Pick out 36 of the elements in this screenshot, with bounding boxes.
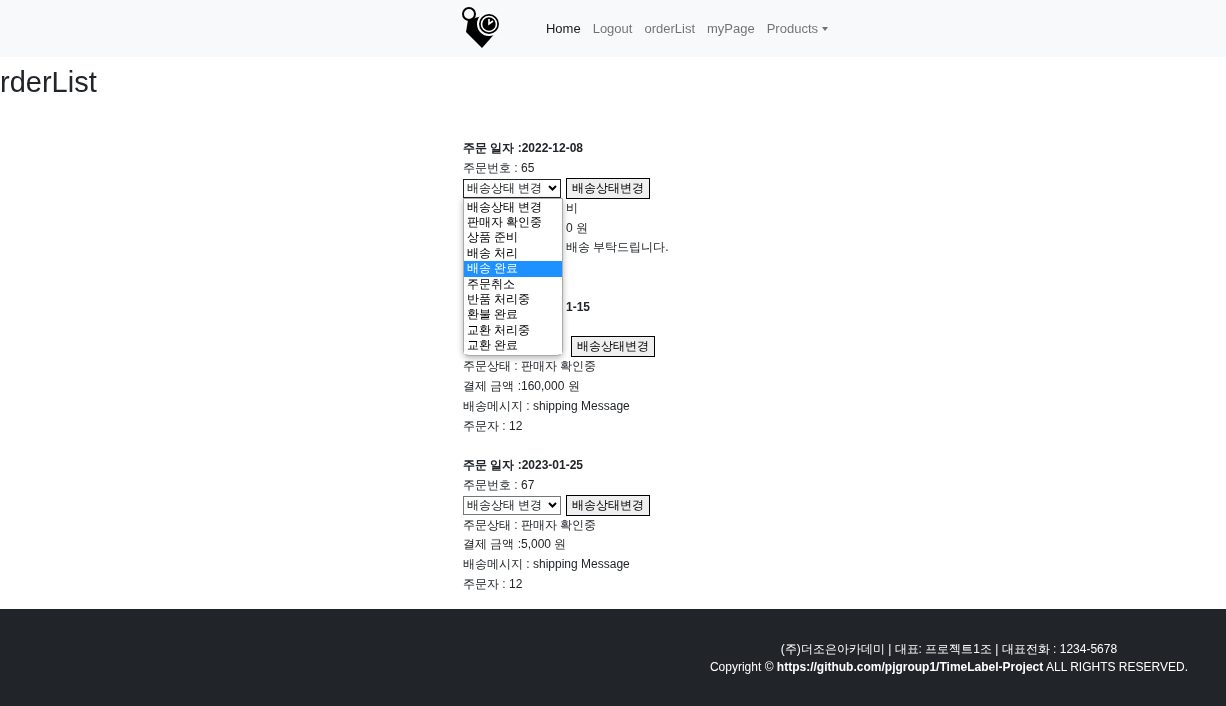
- dropdown-option[interactable]: 교환 완료: [464, 338, 562, 354]
- order-detail: 0 원: [566, 219, 588, 237]
- order-detail: 주문번호 : 65: [463, 160, 535, 178]
- nav-dropdown[interactable]: Products: [760, 21, 834, 36]
- caret-icon: [822, 26, 828, 31]
- nav-link[interactable]: myPage: [701, 21, 761, 36]
- order-date: 주문 일자 :2022-12-08: [463, 140, 584, 158]
- order-detail: 배송메시지 : shipping Message: [463, 397, 630, 415]
- order-date: 1-15: [566, 300, 591, 315]
- dropdown-option[interactable]: 환불 완료: [464, 307, 562, 323]
- order-detail: 주문자 : 12: [463, 417, 523, 435]
- company-info: (주)더조은아카데미 | 대표: 프로젝트1조 | 대표전화 : 1234-5678: [779, 640, 1119, 658]
- nav-link[interactable]: orderList: [638, 21, 701, 36]
- nav-link[interactable]: Home: [539, 21, 587, 36]
- change-status-button[interactable]: 배송상태변경: [566, 178, 650, 199]
- order-detail: 결제 금액 :5,000 원: [463, 536, 567, 554]
- order-detail: 주문상태 : 판매자 확인중: [463, 358, 597, 376]
- page-title: rderList: [0, 65, 98, 99]
- order-detail: 배송메시지 : shipping Message: [463, 556, 630, 574]
- order-date: 주문 일자 :2023-01-25: [463, 457, 584, 475]
- order-detail: 주문번호 : 67: [463, 476, 535, 494]
- order-detail: 주문자 : 12: [463, 575, 523, 593]
- order-detail: 비: [566, 199, 578, 217]
- dropdown-option[interactable]: 상품 준비: [464, 230, 562, 246]
- dropdown-option[interactable]: 배송상태 변경: [464, 199, 562, 215]
- status-select[interactable]: 배송상태 변경: [463, 179, 561, 198]
- change-status-button[interactable]: 배송상태변경: [566, 494, 650, 516]
- nav-link[interactable]: Logout: [586, 21, 639, 36]
- order-detail: 배송 부탁드립니다.: [566, 239, 669, 257]
- status-select[interactable]: 배송상태 변경: [463, 495, 561, 515]
- chevron-icon: [548, 185, 557, 192]
- order-detail: 결제 금액 :160,000 원: [463, 377, 580, 395]
- change-status-button[interactable]: 배송상태변경: [571, 336, 655, 358]
- chevron-icon: [548, 502, 557, 509]
- order-detail: 주문상태 : 판매자 확인중: [463, 516, 597, 534]
- copyright-text: Copyright © https://github.com/pjgroup1/TimeLabel-Project ALL RIGHTS RESERVED.: [709, 658, 1188, 676]
